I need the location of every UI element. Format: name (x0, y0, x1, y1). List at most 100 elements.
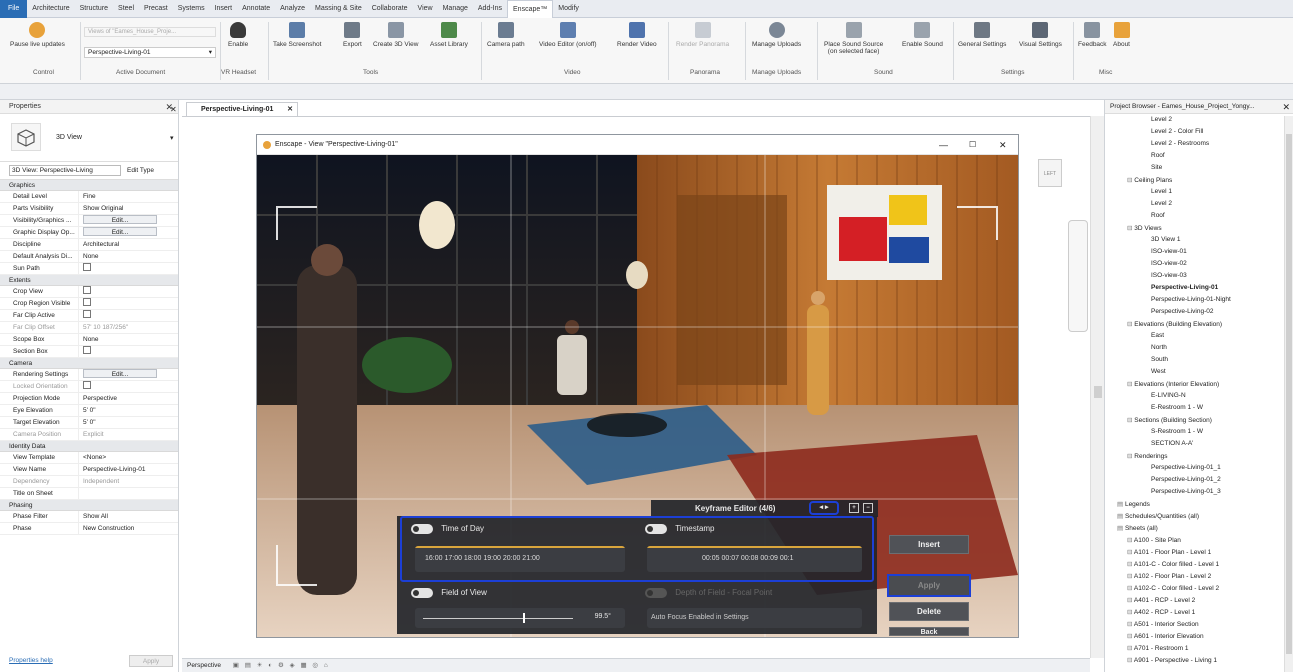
menu-precast[interactable]: Precast (139, 0, 173, 18)
expand-icon[interactable]: ⊟ (1127, 657, 1134, 664)
camera-path-button[interactable]: Camera path (487, 22, 525, 48)
render-viewport[interactable]: Keyframe Editor (4/6) ◂ ▸ + − Time of Da… (257, 155, 1018, 637)
instance-selector[interactable]: 3D View: Perspective-Living (9, 165, 121, 176)
checkbox[interactable] (83, 298, 91, 307)
browser-item[interactable]: ⊟ A101-C - Color filled - Level 1 (1127, 560, 1219, 568)
property-value[interactable]: None (78, 251, 178, 262)
browser-item[interactable]: East (1151, 332, 1164, 339)
expand-icon[interactable]: ⊟ (1127, 537, 1134, 544)
property-value[interactable] (78, 310, 178, 321)
property-value[interactable]: Show All (78, 511, 178, 522)
property-value[interactable]: Edit... (78, 227, 178, 238)
expand-icon[interactable]: ⊟ (1127, 621, 1134, 628)
property-value[interactable]: <None> (78, 452, 178, 463)
property-value[interactable]: Show Original (78, 203, 178, 214)
view-control-icons[interactable]: ▣ ▤ ☀ ◐ ⚙ ◈ ▦ ◎ ⌂ (233, 662, 330, 669)
about-button[interactable]: About (1113, 22, 1130, 48)
menu-manage[interactable]: Manage (438, 0, 473, 18)
property-value[interactable]: Perspective-Living-01 (78, 464, 178, 475)
section-extents[interactable]: Extents (0, 275, 178, 286)
scrollbar-thumb[interactable] (1286, 134, 1292, 654)
export-button[interactable]: Export (343, 22, 362, 48)
property-value[interactable] (78, 298, 178, 309)
edit-type-button[interactable]: Edit Type (127, 167, 154, 174)
browser-item[interactable]: ⊟ Sections (Building Section) (1127, 416, 1212, 424)
browser-item[interactable]: ▤ Legends (1117, 500, 1150, 508)
browser-item[interactable]: Perspective-Living-01-Night (1151, 296, 1231, 303)
checkbox[interactable] (83, 346, 91, 355)
property-value[interactable] (78, 263, 178, 274)
browser-item[interactable]: ⊟ A101 - Floor Plan - Level 1 (1127, 548, 1211, 556)
property-value[interactable] (78, 488, 178, 499)
browser-item[interactable]: 3D View 1 (1151, 236, 1181, 243)
browser-item[interactable]: ISO-view-03 (1151, 272, 1187, 279)
expand-icon[interactable]: ▤ (1117, 525, 1125, 532)
depth-of-field-toggle[interactable] (645, 588, 667, 598)
menu-view[interactable]: View (413, 0, 438, 18)
render-panorama-button[interactable]: Render Panorama (676, 22, 729, 48)
browser-item[interactable]: ⊟ 3D Views (1127, 224, 1162, 232)
browser-item[interactable]: Level 2 (1151, 200, 1172, 207)
back-button[interactable]: Back (889, 627, 969, 636)
browser-item[interactable]: ⊟ Renderings (1127, 452, 1168, 460)
section-graphics[interactable]: Graphics (0, 180, 178, 191)
browser-item[interactable]: ISO-view-02 (1151, 260, 1187, 267)
expand-icon[interactable]: ▤ (1117, 501, 1125, 508)
expand-icon[interactable]: ⊟ (1127, 645, 1134, 652)
browser-item[interactable]: ⊟ A102 - Floor Plan - Level 2 (1127, 572, 1211, 580)
browser-item[interactable]: ⊟ A601 - Interior Elevation (1127, 632, 1204, 640)
menu-structure[interactable]: Structure (75, 0, 113, 18)
section-camera[interactable]: Camera (0, 358, 178, 369)
browser-item[interactable]: Level 1 (1151, 188, 1172, 195)
tab-perspective-living-01[interactable]: Perspective-Living-01 ✕ (186, 102, 298, 116)
browser-item[interactable]: West (1151, 368, 1166, 375)
minimize-icon[interactable]: — (939, 135, 948, 155)
expand-icon[interactable]: ⊟ (1127, 549, 1134, 556)
browser-item[interactable]: Level 2 (1151, 116, 1172, 123)
section-phasing[interactable]: Phasing (0, 500, 178, 511)
apply-button[interactable]: Apply (129, 655, 173, 667)
property-value[interactable]: Explicit (78, 429, 178, 440)
time-of-day-toggle[interactable] (411, 524, 433, 534)
menu-enscape[interactable]: Enscape™ (507, 0, 554, 18)
expand-icon[interactable]: ⊟ (1127, 633, 1134, 640)
insert-button[interactable]: Insert (889, 535, 969, 554)
property-value[interactable]: Architectural (78, 239, 178, 250)
checkbox[interactable] (83, 310, 91, 319)
edit-button[interactable]: Edit... (83, 215, 157, 224)
property-value[interactable] (78, 346, 178, 357)
browser-item[interactable]: Perspective-Living-01 (1151, 284, 1218, 291)
viewcube[interactable]: LEFT (1038, 159, 1062, 187)
place-sound-source-button[interactable]: Place Sound Source (on selected face) (824, 22, 883, 55)
property-value[interactable]: Edit... (78, 215, 178, 226)
browser-item[interactable]: ⊟ A401 - RCP - Level 2 (1127, 596, 1195, 604)
browser-item[interactable]: Site (1151, 164, 1162, 171)
navigation-bar[interactable] (1068, 220, 1088, 332)
close-icon[interactable]: ✕ (170, 105, 177, 114)
take-screenshot-button[interactable]: Take Screenshot (273, 22, 321, 48)
vr-enable-button[interactable]: Enable (228, 22, 248, 48)
property-value[interactable]: Perspective (78, 393, 178, 404)
manage-uploads-button[interactable]: Manage Uploads (752, 22, 801, 48)
browser-item[interactable]: South (1151, 356, 1168, 363)
asset-library-button[interactable]: Asset Library (430, 22, 468, 48)
browser-item[interactable]: ⊟ A701 - Restroom 1 (1127, 644, 1188, 652)
properties-help-link[interactable]: Properties help (9, 657, 53, 664)
visual-settings-button[interactable]: Visual Settings (1019, 22, 1062, 48)
browser-item[interactable]: Level 2 - Restrooms (1151, 140, 1209, 147)
browser-item[interactable]: E-Restroom 1 - W (1151, 404, 1203, 411)
feedback-button[interactable]: Feedback (1078, 22, 1107, 48)
close-icon[interactable]: ✕ (1282, 102, 1290, 113)
menu-collaborate[interactable]: Collaborate (367, 0, 413, 18)
maximize-icon[interactable]: ☐ (969, 135, 976, 155)
browser-item[interactable]: ⊟ A402 - RCP - Level 1 (1127, 608, 1195, 616)
property-value[interactable]: Fine (78, 191, 178, 202)
checkbox[interactable] (83, 286, 91, 295)
menu-annotate[interactable]: Annotate (237, 0, 275, 18)
browser-item[interactable]: SECTION A-A' (1151, 440, 1193, 447)
browser-item[interactable]: ▤ Schedules/Quantities (all) (1117, 512, 1199, 520)
property-value[interactable]: New Construction (78, 523, 178, 534)
expand-icon[interactable]: ⊟ (1127, 609, 1134, 616)
apply-keyframe-button[interactable]: Apply (887, 574, 971, 597)
browser-item[interactable]: Perspective-Living-02 (1151, 308, 1214, 315)
